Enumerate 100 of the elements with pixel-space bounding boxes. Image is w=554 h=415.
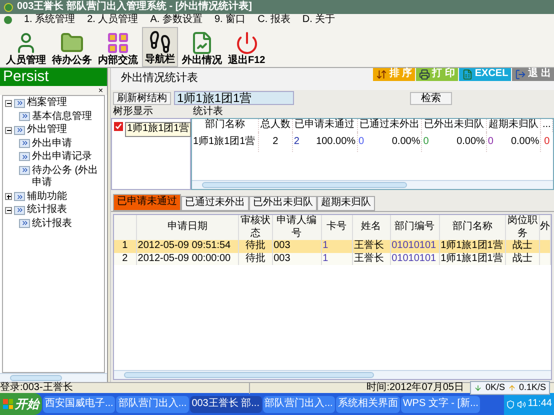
tree-item[interactable]: 基本信息管理: [32, 110, 92, 123]
percent-value: 100.00%: [316, 136, 356, 148]
collapse-icon[interactable]: [5, 126, 12, 134]
unit-field[interactable]: 1师1旅1团1营: [174, 91, 294, 105]
search-button[interactable]: 检索: [410, 92, 452, 104]
grid-icon: [106, 30, 130, 54]
window-title: 003王誉长 部队营门出入管理系统 - [外出情况统计表]: [17, 0, 252, 14]
table-cell: 01010101: [390, 252, 440, 265]
tree-item[interactable]: 统计报表: [27, 204, 67, 216]
tree-label: 树形显示: [113, 106, 154, 118]
speaker-icon[interactable]: [516, 400, 526, 408]
tab[interactable]: 已申请未通过: [113, 194, 181, 211]
menu-item[interactable]: A. 参数设置: [150, 14, 202, 26]
table-cell: 2: [258, 132, 292, 152]
shield-icon[interactable]: [506, 400, 515, 408]
menu-item[interactable]: D. 关于: [302, 14, 336, 26]
time-status: 时间:2012年07月05日: [366, 382, 464, 394]
upload-speed: 0.1K/S: [518, 382, 546, 394]
tab[interactable]: 已外出未归队: [249, 196, 317, 211]
grid-row[interactable]: 1 2012-05-09 09:51:54 待批 003 1 王誉长 01010101 1师1旅1团1营 战士: [114, 240, 550, 252]
printer-icon: [419, 69, 430, 80]
count-value: 0: [358, 136, 364, 148]
tree-item[interactable]: 外出管理: [27, 124, 67, 136]
table-label: 统计表: [193, 106, 223, 118]
taskbar-item[interactable]: 西安国威电子...: [43, 396, 116, 412]
collapse-icon[interactable]: [5, 100, 12, 107]
menu-item[interactable]: C. 报表: [258, 14, 290, 26]
menu-item[interactable]: 2. 人员管理: [87, 14, 138, 26]
double-chevron-icon: [19, 218, 30, 228]
double-chevron-icon: [19, 112, 30, 120]
double-chevron-icon: [14, 206, 25, 215]
close-button[interactable]: ×: [98, 86, 103, 95]
toolbar-button[interactable]: 人员管理: [4, 27, 48, 67]
double-chevron-icon: [14, 98, 25, 108]
menu-item[interactable]: 1. 系统管理: [24, 14, 76, 26]
taskbar-item[interactable]: 部队营门出入...: [262, 396, 335, 412]
collapse-icon[interactable]: [5, 206, 12, 214]
horizontal-scrollbar[interactable]: [0, 373, 107, 382]
column-header: 已通过未外出: [357, 119, 422, 132]
column-header: 已申请未通过: [292, 119, 358, 132]
tree-item[interactable]: 辅助功能: [27, 190, 67, 203]
clock: 11:44: [528, 398, 552, 410]
chart-document-icon: [190, 30, 214, 54]
panel-title: Persist: [3, 68, 49, 86]
windows-logo-icon: [3, 399, 13, 409]
sort-icon: [376, 69, 388, 80]
tree-item[interactable]: 待办公务 (外出申请: [32, 164, 102, 190]
tree-item[interactable]: 外出申请: [32, 138, 72, 150]
horizontal-scrollbar[interactable]: [192, 180, 553, 189]
start-button[interactable]: 开始: [0, 393, 42, 415]
percent-value: 0.00%: [456, 136, 485, 148]
toolbar-button[interactable]: 导航栏: [142, 27, 178, 67]
upload-arrow-icon: [508, 384, 516, 392]
grid-row[interactable]: 2 2012-05-09 00:00:00 待批 003 1 王誉长 01010101 1师1旅1团1营 战士: [114, 252, 550, 265]
toolbar-button[interactable]: 待办公务: [50, 27, 94, 67]
taskbar-item[interactable]: 部队营门出入...: [116, 396, 189, 412]
double-chevron-icon: [14, 126, 25, 135]
download-arrow-icon: [474, 384, 482, 392]
tab[interactable]: 超期未归队: [317, 196, 375, 211]
power-icon: [234, 30, 259, 54]
tree-item[interactable]: 统计报表: [32, 218, 72, 230]
spreadsheet-icon: [462, 69, 473, 80]
percent-value: 0.00%: [392, 136, 420, 148]
tree-item[interactable]: 外出申请记录: [32, 151, 92, 164]
table-cell: 003: [272, 252, 322, 265]
double-chevron-icon: [19, 138, 30, 148]
table-cell: 2012-05-09 00:00:00: [136, 252, 239, 265]
folder-icon: [60, 30, 84, 54]
menu-item[interactable]: 9. 窗口: [214, 14, 246, 26]
action-button[interactable]: 退 出: [512, 68, 554, 81]
report-title: 外出情况统计表: [121, 72, 198, 86]
horizontal-scrollbar[interactable]: [114, 370, 551, 379]
toolbar-button[interactable]: 退出F12: [226, 27, 268, 67]
double-chevron-icon: [14, 192, 25, 202]
footprints-icon: [148, 30, 172, 54]
download-speed: 0K/S: [485, 382, 505, 394]
table-cell: 战士: [506, 252, 540, 265]
taskbar-item[interactable]: 系统相关界面: [336, 396, 400, 412]
expand-icon[interactable]: [5, 193, 12, 200]
double-chevron-icon: [19, 152, 30, 161]
tree-node[interactable]: 1师1旅1团1营: [125, 122, 192, 136]
table-cell: 1: [321, 252, 352, 265]
refresh-tree-button[interactable]: 刷新树结构: [113, 92, 171, 104]
exit-icon: [515, 69, 526, 80]
tab[interactable]: 已通过未外出: [181, 196, 249, 211]
tree-item[interactable]: 档案管理: [27, 97, 67, 110]
table-cell: 1师1旅1团1营: [439, 252, 506, 265]
table-cell: 王誉长: [352, 252, 390, 265]
taskbar-item[interactable]: 003王誉长 部...: [190, 396, 262, 412]
column-header: 部门名称: [192, 119, 258, 132]
toolbar-button[interactable]: 内部交流: [96, 27, 140, 67]
column-header: 总人数: [258, 119, 292, 132]
toolbar-button[interactable]: 外出情况: [180, 27, 224, 67]
percent-value: 0.00%: [510, 136, 540, 148]
count-value: 0: [488, 136, 494, 148]
column-header: 已外出未归队: [422, 119, 486, 132]
taskbar-item[interactable]: WPS 文字 - [新...: [400, 396, 480, 412]
checkbox[interactable]: [114, 122, 123, 131]
count-value: 0: [423, 136, 429, 148]
table-cell: 1师1旅1团1营: [192, 132, 258, 152]
